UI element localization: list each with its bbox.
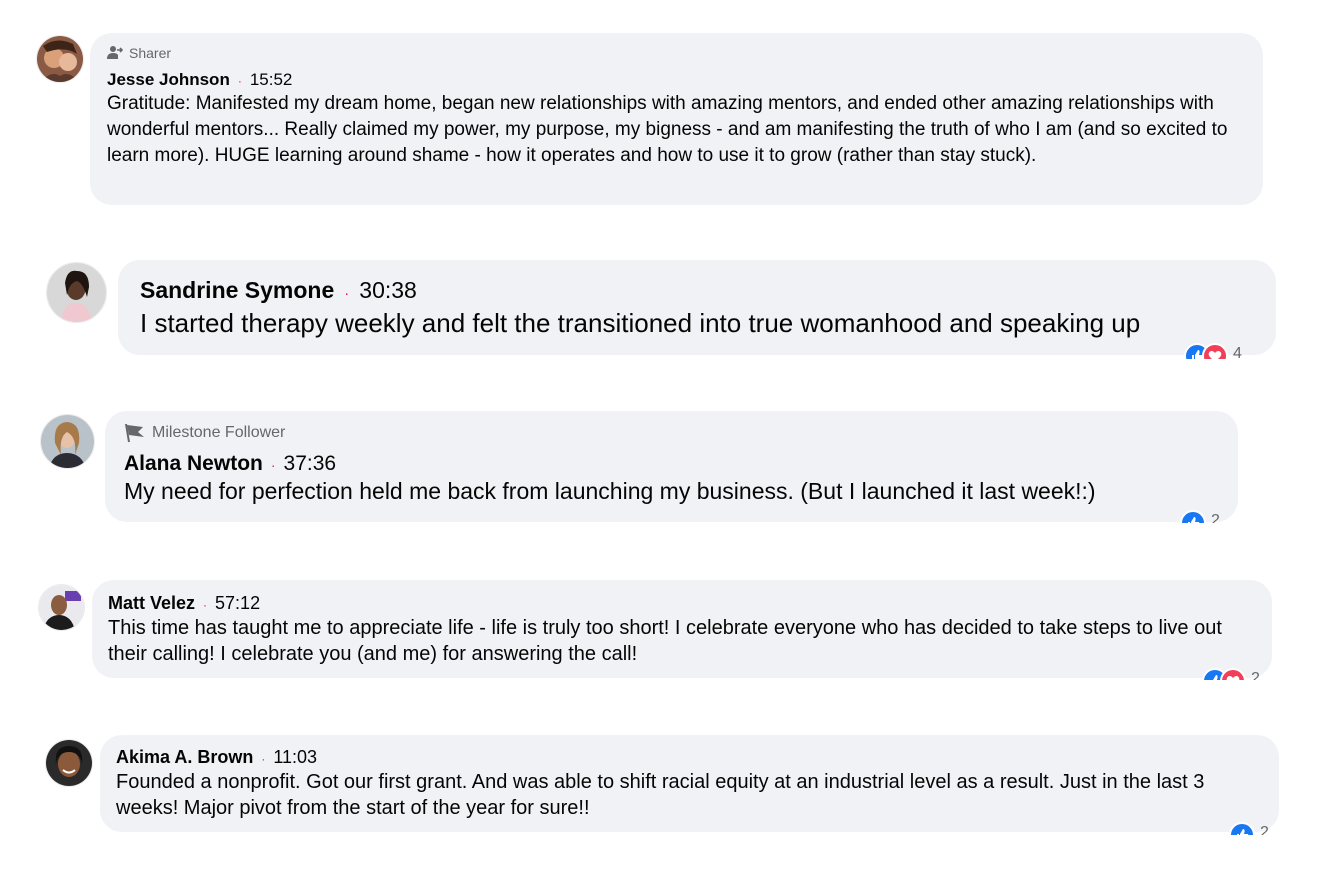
reactions-summary[interactable]: 4 (1184, 343, 1242, 359)
reaction-count: 2 (1251, 670, 1260, 680)
author-name[interactable]: Sandrine Symone (140, 277, 334, 304)
separator-dot: · (237, 74, 242, 88)
timestamp[interactable]: 37:36 (284, 452, 337, 476)
sharer-badge: Sharer (107, 44, 1246, 61)
reactions-summary[interactable]: 2 (1229, 822, 1269, 835)
comment-text: My need for perfection held me back from… (124, 478, 1096, 504)
timestamp[interactable]: 11:03 (273, 747, 317, 768)
like-reaction-icon (1229, 822, 1255, 835)
comment-bubble: Akima A. Brown · 11:03 Founded a nonprof… (100, 735, 1279, 832)
separator-dot: · (261, 752, 266, 766)
comment-bubble: Sharer Jesse Johnson · 15:52 Gratitude: … (90, 33, 1263, 205)
love-reaction-icon (1202, 343, 1228, 359)
comment-meta: Akima A. Brown · 11:03 (116, 747, 1263, 768)
author-name[interactable]: Alana Newton (124, 452, 263, 476)
avatar[interactable] (45, 739, 93, 787)
comment-text: Founded a nonprofit. Got our first grant… (116, 771, 1205, 819)
love-reaction-icon (1220, 668, 1246, 680)
timestamp[interactable]: 15:52 (250, 70, 293, 90)
comment-meta: Alana Newton · 37:36 (124, 452, 1219, 476)
badge-label: Sharer (129, 44, 172, 61)
comment-meta: Jesse Johnson · 15:52 (107, 70, 1246, 90)
comment-text: This time has taught me to appreciate li… (108, 617, 1222, 665)
separator-dot: · (270, 457, 276, 473)
avatar[interactable] (36, 35, 84, 83)
comment-meta: Matt Velez · 57:12 (108, 593, 1256, 614)
comment-bubble: Matt Velez · 57:12 This time has taught … (92, 580, 1272, 678)
timestamp[interactable]: 57:12 (215, 593, 260, 614)
author-name[interactable]: Akima A. Brown (116, 747, 253, 768)
like-reaction-icon (1180, 510, 1206, 523)
reactions-summary[interactable]: 2 (1202, 668, 1260, 680)
reaction-count: 2 (1211, 512, 1220, 523)
reaction-count: 2 (1260, 824, 1269, 835)
author-name[interactable]: Jesse Johnson (107, 70, 230, 90)
flag-icon (124, 423, 146, 443)
avatar[interactable] (40, 414, 95, 469)
reaction-count: 4 (1233, 345, 1242, 359)
comment-meta: Sandrine Symone · 30:38 (140, 277, 1254, 304)
sharer-icon (107, 45, 123, 60)
timestamp[interactable]: 30:38 (359, 277, 417, 304)
comment-bubble: Sandrine Symone · 30:38 I started therap… (118, 260, 1276, 355)
comment-bubble: Milestone Follower Alana Newton · 37:36 … (105, 411, 1238, 522)
separator-dot: · (203, 598, 208, 612)
separator-dot: · (344, 285, 350, 302)
comment-text: Gratitude: Manifested my dream home, beg… (107, 93, 1228, 166)
avatar[interactable] (38, 584, 85, 631)
milestone-follower-badge: Milestone Follower (124, 423, 1219, 443)
avatar[interactable] (46, 262, 107, 323)
author-name[interactable]: Matt Velez (108, 593, 195, 614)
comment-text: I started therapy weekly and felt the tr… (140, 308, 1141, 338)
badge-label: Milestone Follower (152, 424, 286, 441)
reactions-summary[interactable]: 2 (1180, 510, 1220, 523)
